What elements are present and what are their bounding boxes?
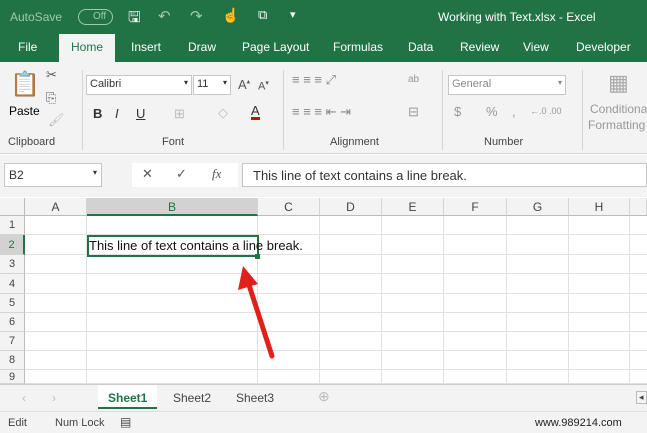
sheet-tab-bar: ‹ › Sheet1 Sheet2 Sheet3 ⊕ ◂: [0, 384, 647, 411]
hscroll-left-icon[interactable]: ◂: [636, 391, 647, 404]
sheet-tab-sheet3[interactable]: Sheet3: [236, 391, 274, 405]
scroll-left-icon[interactable]: ‹: [22, 391, 26, 405]
status-bar: Edit Num Lock ▤ www.989214.com: [0, 411, 647, 433]
arrow-shaft: [246, 282, 275, 359]
watermark: www.989214.com: [535, 417, 622, 429]
new-sheet-icon[interactable]: ⊕: [318, 388, 330, 405]
status-mode: Edit: [8, 417, 27, 429]
arrow-head: [238, 266, 258, 290]
sheet-tab-sheet1[interactable]: Sheet1: [98, 385, 158, 409]
scroll-right-icon[interactable]: ›: [52, 391, 56, 405]
sheet-tab-sheet2[interactable]: Sheet2: [173, 391, 211, 405]
status-num-lock: Num Lock: [55, 417, 105, 429]
macro-record-icon[interactable]: ▤: [120, 415, 131, 429]
annotation-arrow: [238, 266, 275, 359]
